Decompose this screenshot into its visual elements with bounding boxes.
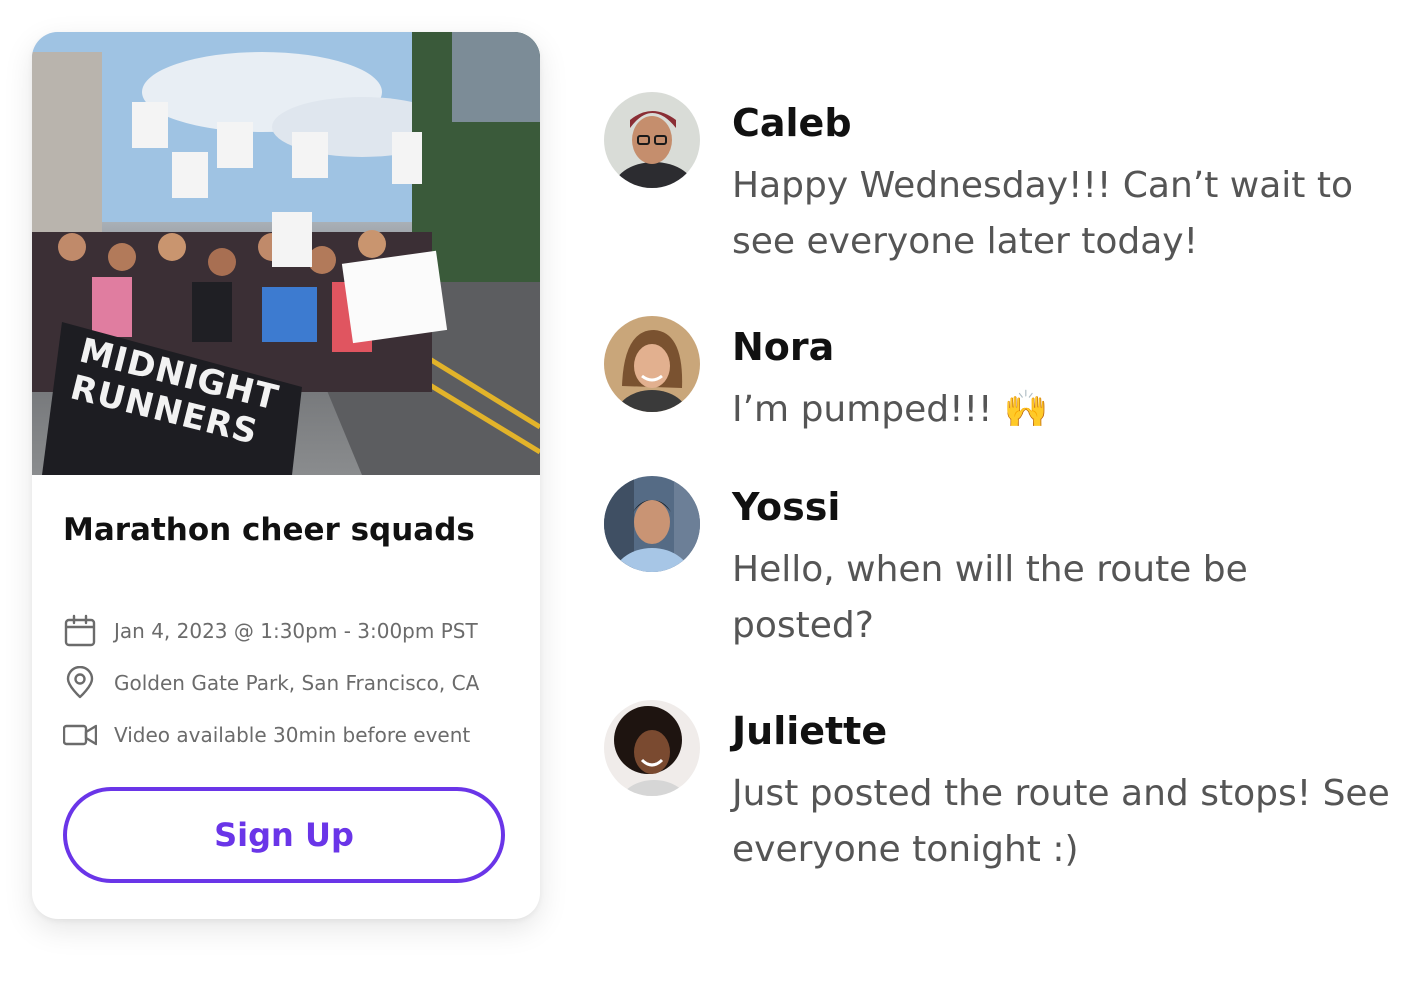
event-date: Jan 4, 2023 @ 1:30pm - 3:00pm PST xyxy=(114,619,478,643)
event-location: Golden Gate Park, San Francisco, CA xyxy=(114,671,480,695)
page: MIDNIGHT RUNNERS Marathon cheer squads J… xyxy=(0,0,1402,983)
avatar xyxy=(604,316,700,412)
event-hero-image: MIDNIGHT RUNNERS xyxy=(32,32,540,475)
event-title: Marathon cheer squads xyxy=(63,512,475,548)
event-video-info: Video available 30min before event xyxy=(114,723,471,747)
sign-up-button[interactable]: Sign Up xyxy=(63,787,505,883)
event-video-row: Video available 30min before event xyxy=(63,715,470,755)
avatar xyxy=(604,476,700,572)
message-text: I’m pumped!!! 🙌 xyxy=(732,389,1049,430)
video-camera-icon xyxy=(63,718,97,752)
message-author: Nora xyxy=(732,325,835,369)
event-date-row: Jan 4, 2023 @ 1:30pm - 3:00pm PST xyxy=(63,611,478,651)
message-text: Just posted the route and stops! See eve… xyxy=(732,773,1390,870)
calendar-icon xyxy=(63,614,97,648)
message-author: Juliette xyxy=(732,709,888,753)
message-author: Yossi xyxy=(732,485,841,529)
avatar xyxy=(604,700,700,796)
message-author: Caleb xyxy=(732,101,852,145)
message-text: Happy Wednesday!!! Can’t wait to see eve… xyxy=(732,165,1353,262)
event-card: MIDNIGHT RUNNERS Marathon cheer squads J… xyxy=(32,32,540,919)
event-location-row: Golden Gate Park, San Francisco, CA xyxy=(63,663,479,703)
message-text: Hello, when will the route be posted? xyxy=(732,549,1248,646)
location-pin-icon xyxy=(63,666,97,700)
avatar xyxy=(604,92,700,188)
